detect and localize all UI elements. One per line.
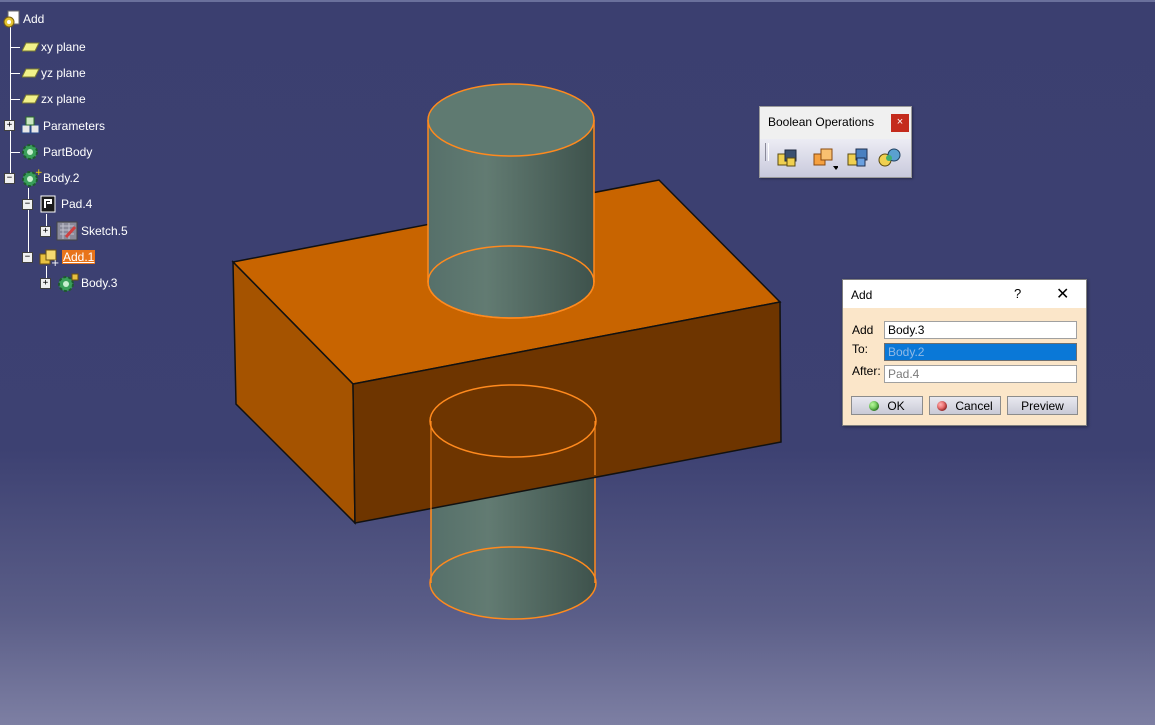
- toolbar-title: Boolean Operations: [768, 115, 875, 129]
- toolbar-row: [760, 139, 911, 177]
- cancel-button[interactable]: Cancel: [929, 396, 1001, 415]
- tree-item-body-2[interactable]: + Body.2: [20, 168, 80, 188]
- tree-item-parameters[interactable]: Parameters: [20, 116, 106, 136]
- ok-icon: [869, 400, 880, 411]
- tree-item-pad-4[interactable]: Pad.4: [38, 194, 93, 214]
- to-label: To:: [852, 342, 869, 356]
- body-gear-icon: [22, 144, 38, 160]
- intersect-button[interactable]: [876, 144, 904, 172]
- add-dialog: Add ? ✕ Add Body.3 To: Body.2 After: Pad…: [842, 279, 1087, 426]
- body-gear-icon: [58, 273, 79, 292]
- tree-item-label: Body.3: [81, 276, 118, 290]
- close-button[interactable]: ✕: [1056, 284, 1069, 304]
- toolbar-grip[interactable]: [765, 143, 769, 161]
- tree-item-label: Add: [23, 12, 45, 26]
- svg-text:+: +: [51, 258, 59, 267]
- dialog-titlebar[interactable]: Add ? ✕: [843, 280, 1086, 308]
- tree-item-partbody[interactable]: PartBody: [20, 142, 93, 162]
- add-icon: [813, 148, 839, 170]
- ok-button[interactable]: OK: [851, 396, 923, 415]
- parameters-icon: [21, 116, 40, 134]
- tree-connector: [10, 47, 20, 48]
- tree-item-zx-plane[interactable]: zx plane: [22, 89, 87, 109]
- tree-item-label: yz plane: [41, 66, 86, 80]
- help-button[interactable]: ?: [1014, 286, 1021, 301]
- assemble-icon: [777, 149, 797, 167]
- tree-item-label: zx plane: [41, 92, 86, 106]
- tree-item-label: Sketch.5: [81, 224, 128, 238]
- preview-label: Preview: [1021, 398, 1064, 413]
- tree-item-root[interactable]: Add: [2, 9, 45, 29]
- expand-icon[interactable]: +: [40, 278, 51, 289]
- remove-button[interactable]: [844, 144, 872, 172]
- expand-icon[interactable]: +: [4, 120, 15, 131]
- svg-text:+: +: [35, 168, 42, 178]
- preview-button[interactable]: Preview: [1007, 396, 1078, 415]
- collapse-icon[interactable]: −: [22, 199, 33, 210]
- upper-cylinder[interactable]: [427, 83, 595, 319]
- tree-connector: [10, 152, 20, 153]
- after-label: After:: [852, 364, 881, 378]
- collapse-icon[interactable]: −: [4, 173, 15, 184]
- ok-label: OK: [887, 398, 905, 413]
- tree-item-xy-plane[interactable]: xy plane: [22, 37, 87, 57]
- to-field[interactable]: Body.2: [884, 343, 1077, 361]
- expand-icon[interactable]: +: [40, 226, 51, 237]
- plane-icon: [22, 68, 40, 78]
- tree-item-label: PartBody: [43, 145, 93, 159]
- plane-icon: [22, 42, 40, 52]
- add-operation-icon: +: [39, 249, 59, 267]
- plane-icon: [22, 94, 40, 104]
- add-label: Add: [852, 323, 874, 337]
- toolbar-close-button[interactable]: ×: [891, 114, 909, 132]
- part-document-icon: [3, 10, 20, 28]
- sketch-icon: [56, 221, 78, 241]
- add-field[interactable]: Body.3: [884, 321, 1077, 339]
- boolean-operations-toolbar[interactable]: Boolean Operations ×: [759, 106, 912, 178]
- cancel-label: Cancel: [955, 398, 993, 413]
- tree-item-body-3[interactable]: Body.3: [56, 273, 118, 293]
- tree-item-add-1[interactable]: + Add.1: [38, 247, 96, 267]
- after-field[interactable]: Pad.4: [884, 365, 1077, 383]
- intersect-icon: [878, 148, 901, 167]
- tree-item-label: xy plane: [41, 40, 86, 54]
- tree-connector: [10, 26, 11, 178]
- tree-item-yz-plane[interactable]: yz plane: [22, 63, 87, 83]
- tree-item-sketch-5[interactable]: Sketch.5: [56, 221, 129, 241]
- dialog-title: Add: [851, 288, 873, 302]
- body-gear-icon: +: [22, 168, 42, 187]
- add-button[interactable]: [810, 144, 839, 172]
- tree-item-label: Pad.4: [61, 197, 93, 211]
- assemble-button[interactable]: [774, 144, 802, 172]
- collapse-icon[interactable]: −: [22, 252, 33, 263]
- tree-item-label: Parameters: [43, 119, 106, 133]
- specification-tree: Add xy plane yz plane zx plane + Paramet…: [0, 0, 200, 300]
- cancel-icon: [937, 400, 948, 411]
- tree-connector: [10, 99, 20, 100]
- tree-item-label: Body.2: [43, 171, 80, 185]
- tree-connector: [10, 73, 20, 74]
- remove-icon: [847, 148, 868, 167]
- tree-item-label: Add.1: [62, 250, 96, 264]
- pad-icon: [40, 195, 56, 213]
